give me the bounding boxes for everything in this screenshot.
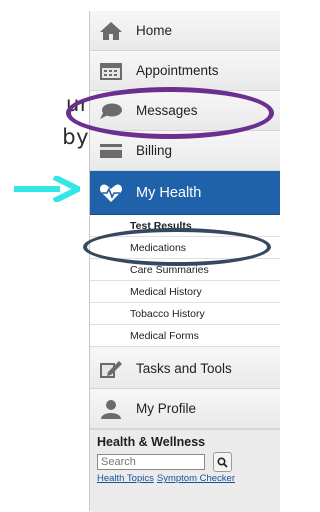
slide-background [0, 0, 89, 511]
credit-card-icon [98, 140, 124, 162]
menu-item-home[interactable]: Home [90, 11, 280, 51]
search-icon [217, 456, 228, 468]
menu-item-messages[interactable]: Messages [90, 91, 280, 131]
submenu-item-medications[interactable]: Medications [90, 237, 280, 259]
menu-item-label: My Profile [136, 401, 197, 416]
pencil-icon [98, 358, 124, 380]
menu-item-my-profile[interactable]: My Profile [90, 389, 280, 429]
menu-item-label: My Health [136, 184, 202, 201]
link-health-topics[interactable]: Health Topics [97, 473, 154, 484]
home-icon [98, 20, 124, 42]
heartbeat-icon [98, 182, 124, 204]
health-wellness-title: Health & Wellness [97, 435, 206, 449]
submenu-item-test-results[interactable]: Test Results [90, 215, 280, 237]
menu-item-label: Tasks and Tools [136, 361, 232, 376]
search-button[interactable] [213, 452, 232, 472]
arrow-right-icon [14, 176, 80, 202]
health-links: Health Topics Symptom Checker [97, 473, 238, 484]
menu-item-label: Messages [136, 103, 198, 118]
menu-item-billing[interactable]: Billing [90, 131, 280, 171]
submenu-item-medical-history[interactable]: Medical History [90, 281, 280, 303]
submenu-item-care-summaries[interactable]: Care Summaries [90, 259, 280, 281]
slide-text-line-1: ur [66, 92, 89, 116]
search-input[interactable] [97, 454, 205, 470]
menu-item-label: Appointments [136, 63, 219, 78]
submenu-item-medical-forms[interactable]: Medical Forms [90, 325, 280, 347]
menu-item-appointments[interactable]: Appointments [90, 51, 280, 91]
calendar-icon [98, 60, 124, 82]
slide-text-line-2: by [62, 125, 89, 149]
link-symptom-checker[interactable]: Symptom Checker [157, 473, 235, 484]
menu-item-my-health[interactable]: My Health [90, 171, 280, 215]
navigation-menu: Home Appointments Messages Billing My He… [89, 11, 280, 512]
person-icon [98, 398, 124, 420]
chat-bubble-icon [98, 100, 124, 122]
menu-item-label: Home [136, 23, 173, 38]
menu-item-label: Billing [136, 143, 173, 158]
menu-item-tasks-and-tools[interactable]: Tasks and Tools [90, 349, 280, 389]
health-wellness-panel: Health & Wellness Health TopicsSymptom C… [90, 429, 280, 512]
submenu-item-tobacco-history[interactable]: Tobacco History [90, 303, 280, 325]
